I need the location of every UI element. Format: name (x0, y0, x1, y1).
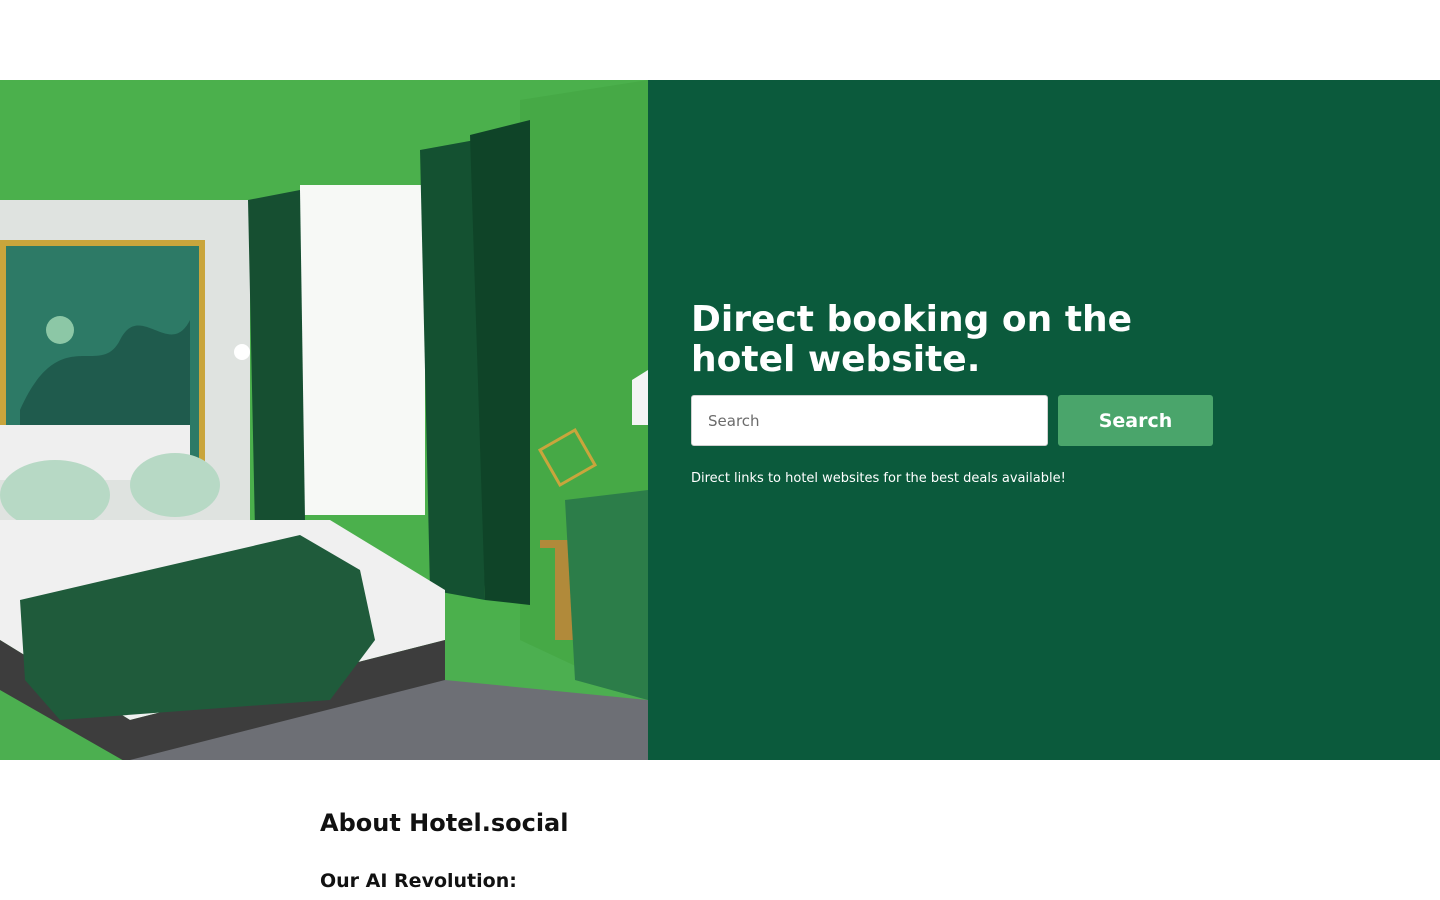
hero-panel: Direct booking on the hotel website. Sea… (648, 80, 1440, 760)
hero-image (0, 80, 648, 760)
about-title: About Hotel.social (320, 809, 569, 837)
about-subtitle: Our AI Revolution: (320, 870, 517, 892)
top-bar (0, 0, 1440, 80)
about-section: About Hotel.social Our AI Revolution: (320, 806, 1120, 894)
hero-title: Direct booking on the hotel website. (691, 299, 1133, 380)
search-input[interactable] (691, 395, 1048, 446)
hero-section: Direct booking on the hotel website. Sea… (0, 80, 1440, 760)
search-button[interactable]: Search (1058, 395, 1213, 446)
hero-tagline: Direct links to hotel websites for the b… (691, 471, 1066, 486)
